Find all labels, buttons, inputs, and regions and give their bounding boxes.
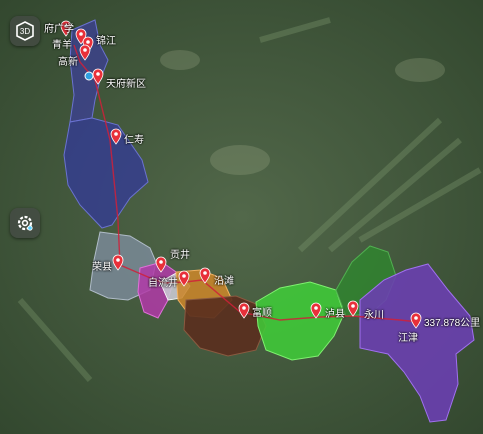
label-yongchuan: 永川 <box>364 310 384 321</box>
3d-view-button[interactable]: 3D <box>10 16 40 46</box>
label-jiangjin: 江津 <box>398 333 418 344</box>
label-gongjing: 贡井 <box>170 250 190 261</box>
label-jinjiang: 锦江 <box>96 36 116 47</box>
label-gaoxin: 高新 <box>58 57 78 68</box>
settings-button[interactable] <box>10 208 40 238</box>
map-view[interactable]: 3D 府广学 青羊 锦江 高新 天府新区 仁寿 荣县 贡井 自流井 沿滩 富顺 … <box>0 0 483 434</box>
label-fushun: 富顺 <box>252 308 272 319</box>
route-distance-label: 337.878公里 <box>424 318 481 329</box>
label-yantan: 沿滩 <box>214 276 234 287</box>
gear-icon <box>17 215 33 231</box>
current-location-dot[interactable] <box>84 71 94 81</box>
label-luxian: 泸县 <box>325 309 345 320</box>
3d-view-icon: 3D <box>16 21 34 41</box>
label-renshou: 仁寿 <box>124 135 144 146</box>
label-rongxian: 荣县 <box>92 262 112 273</box>
svg-text:3D: 3D <box>20 27 30 36</box>
label-ziliujing: 自流井 <box>148 278 178 289</box>
label-fuhuaxue: 府广学 <box>44 24 74 35</box>
label-qingyang: 青羊 <box>52 40 72 51</box>
label-tianfu: 天府新区 <box>106 79 146 90</box>
